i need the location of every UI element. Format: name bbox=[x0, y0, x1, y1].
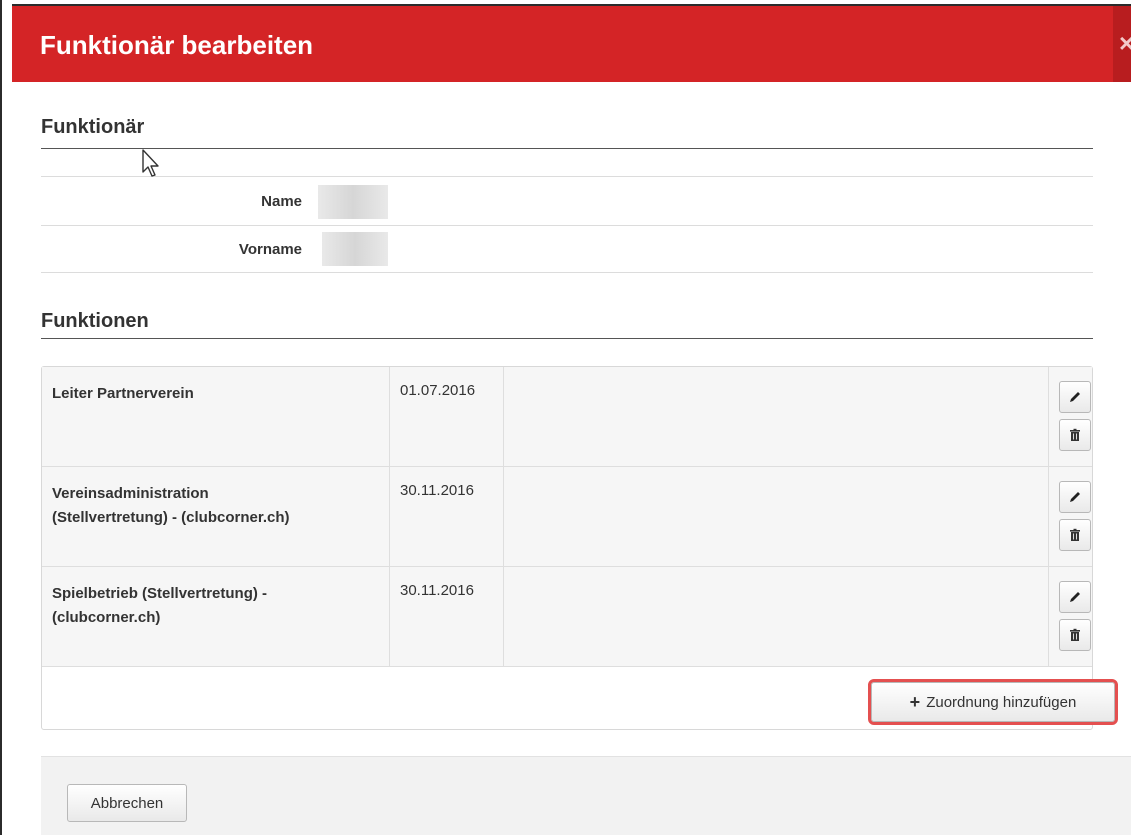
empty-cell bbox=[504, 467, 1049, 567]
pencil-icon bbox=[1070, 392, 1080, 402]
delete-button[interactable] bbox=[1059, 519, 1091, 551]
delete-button[interactable] bbox=[1059, 419, 1091, 451]
actions-cell bbox=[1049, 467, 1092, 567]
cancel-button[interactable]: Abbrechen bbox=[67, 784, 187, 822]
row-divider bbox=[41, 225, 1093, 226]
empty-cell bbox=[504, 567, 1049, 667]
trash-icon bbox=[1070, 628, 1080, 641]
add-assignment-button[interactable]: + Zuordnung hinzufügen bbox=[868, 679, 1118, 725]
section-title-funktionaer: Funktionär bbox=[41, 116, 145, 138]
table-row: Leiter Partnerverein 01.07.2016 bbox=[42, 367, 1092, 467]
function-name-line2: (clubcorner.ch) bbox=[52, 609, 161, 626]
function-name-line1: Spielbetrieb (Stellvertretung) - bbox=[52, 585, 268, 602]
modal-title: Funktionär bearbeiten bbox=[40, 30, 314, 60]
function-name-cell: Spielbetrieb (Stellvertretung) - (clubco… bbox=[42, 567, 390, 667]
pencil-icon bbox=[1070, 492, 1080, 502]
function-name-cell: Leiter Partnerverein bbox=[42, 367, 390, 467]
function-name-line1: Leiter Partnerverein bbox=[52, 385, 194, 402]
pencil-icon bbox=[1070, 592, 1080, 602]
section-divider bbox=[41, 148, 1093, 149]
row-divider bbox=[41, 176, 1093, 177]
vorname-value bbox=[322, 232, 388, 266]
function-date-cell: 30.11.2016 bbox=[390, 467, 504, 567]
table-row: Vereinsadministration (Stellvertretung) … bbox=[42, 467, 1092, 567]
modal-header: Funktionär bearbeiten × bbox=[12, 4, 1131, 82]
function-date-cell: 01.07.2016 bbox=[390, 367, 504, 467]
actions-cell bbox=[1049, 367, 1092, 467]
close-icon[interactable]: × bbox=[1119, 28, 1131, 58]
edit-button[interactable] bbox=[1059, 581, 1091, 613]
trash-icon bbox=[1070, 528, 1080, 541]
modal-footer: Abbrechen bbox=[41, 756, 1131, 835]
vorname-label: Vorname bbox=[238, 241, 302, 258]
table-row: Spielbetrieb (Stellvertretung) - (clubco… bbox=[42, 567, 1092, 667]
name-value bbox=[318, 185, 388, 219]
function-name-line1: Vereinsadministration bbox=[52, 485, 209, 502]
add-assignment-label: Zuordnung hinzufügen bbox=[926, 693, 1077, 711]
functions-table: Leiter Partnerverein 01.07.2016 Vereinsa… bbox=[41, 366, 1118, 730]
edit-button[interactable] bbox=[1059, 481, 1091, 513]
function-name-line2: (Stellvertretung) - (clubcorner.ch) bbox=[52, 509, 290, 526]
function-name-cell: Vereinsadministration (Stellvertretung) … bbox=[42, 467, 390, 567]
section-divider bbox=[41, 338, 1093, 339]
actions-cell bbox=[1049, 567, 1092, 667]
function-date-cell: 30.11.2016 bbox=[390, 567, 504, 667]
delete-button[interactable] bbox=[1059, 619, 1091, 651]
mouse-cursor-icon bbox=[142, 149, 159, 177]
plus-icon: + bbox=[909, 691, 921, 712]
edit-button[interactable] bbox=[1059, 381, 1091, 413]
empty-cell bbox=[504, 367, 1049, 467]
row-divider bbox=[41, 272, 1093, 273]
edit-official-dialog: Funktionär bearbeiten × Funktionär Name … bbox=[0, 0, 1131, 835]
name-label: Name bbox=[261, 193, 302, 210]
section-title-funktionen: Funktionen bbox=[41, 310, 149, 332]
trash-icon bbox=[1070, 428, 1080, 441]
